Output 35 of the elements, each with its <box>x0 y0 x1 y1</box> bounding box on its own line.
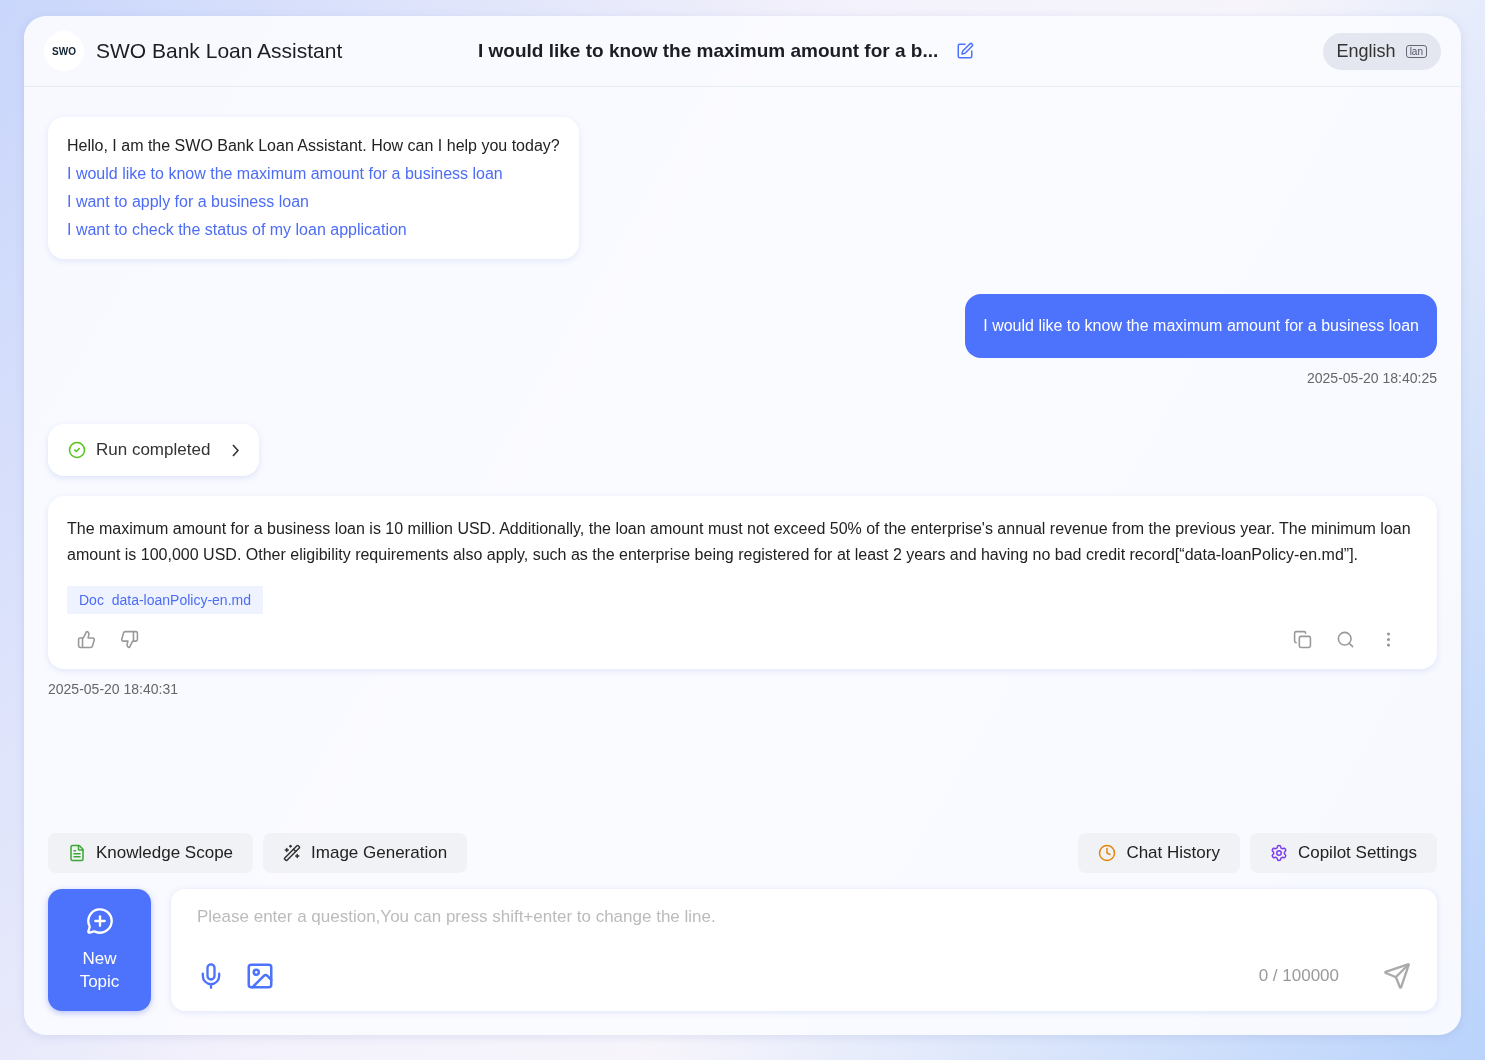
document-icon <box>68 844 86 862</box>
run-status-button[interactable]: Run completed <box>48 424 260 476</box>
new-topic-button[interactable]: New Topic <box>48 889 151 1011</box>
tool-button[interactable]: Knowledge Scope <box>48 833 254 873</box>
thumbs-up-icon[interactable] <box>77 630 96 649</box>
message-time: 2025-05-20 18:40:31 <box>48 681 178 697</box>
chat-plus-icon <box>85 907 114 935</box>
send-icon[interactable] <box>1383 962 1411 990</box>
chevron-icon <box>232 443 240 457</box>
suggestion-link[interactable]: I want to apply for a business loan <box>67 193 560 211</box>
conversation-title: I would like to know the maximum amount for a b... <box>478 40 939 62</box>
tool-button[interactable]: Copilot Settings <box>1249 833 1437 873</box>
logo: SWO <box>44 31 84 71</box>
thumbs-down-icon[interactable] <box>120 630 139 649</box>
greeting-text: Hello, I am the SWO Bank Loan Assistant. How can I help you today? <box>67 137 560 155</box>
tool-button[interactable]: Image Generation <box>263 833 468 873</box>
language-icon: lan <box>1405 44 1427 58</box>
suggestion-link[interactable]: I want to check the status of my loan application <box>67 221 560 239</box>
suggestion-link[interactable]: I would like to know the maximum amount for a business loan <box>67 165 560 183</box>
app-title: SWO Bank Loan Assistant <box>96 39 344 63</box>
user-message: I would like to know the maximum amount for a business loan <box>965 294 1437 358</box>
image-icon[interactable] <box>245 961 275 991</box>
tool-button[interactable]: Chat History <box>1078 833 1240 873</box>
settings-icon <box>1269 844 1288 862</box>
doc-link[interactable]: Doc data-loanPolicy-en.md <box>67 586 263 614</box>
clock-icon <box>1098 844 1117 862</box>
character-counter: 0 / 100000 <box>1258 966 1339 986</box>
check-icon <box>68 441 86 459</box>
language-button[interactable]: English lan <box>1322 32 1441 70</box>
message-time: 2025-05-20 18:40:25 <box>1307 370 1437 386</box>
copy-icon[interactable] <box>1293 630 1312 649</box>
answer-text: The maximum amount for a business loan is 10 million USD. Additionally, the loan amount must not exceed 50% of the enterprise's annual revenue from the previous year. The minimum loan amount is 100,000 USD. Other eligibility requirements also apply, such as the enterprise being registered for at least 2 years and having no bad credit record[“data-loanPolicy-en.md”]. <box>67 519 1412 565</box>
edit-icon[interactable] <box>956 42 975 60</box>
magic-wand-icon <box>283 844 302 862</box>
search-icon[interactable] <box>1336 630 1355 649</box>
